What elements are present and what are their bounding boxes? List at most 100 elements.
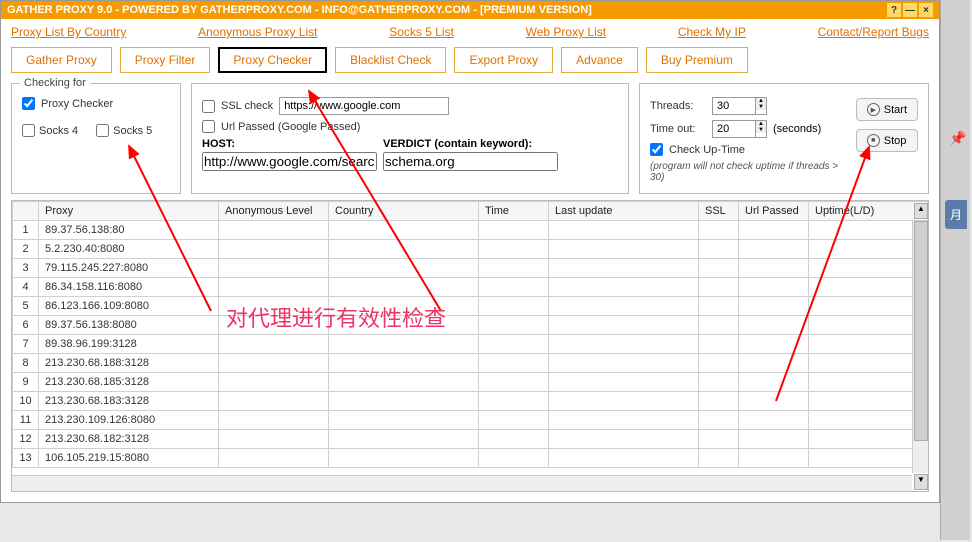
cell-uptime (809, 411, 928, 430)
scroll-up-icon[interactable]: ▲ (914, 203, 928, 219)
timeout-down-icon[interactable]: ▼ (756, 127, 766, 133)
table-row[interactable]: 9213.230.68.185:3128 (13, 373, 928, 392)
table-row[interactable]: 12213.230.68.182:3128 (13, 430, 928, 449)
cell-proxy: 213.230.68.182:3128 (39, 430, 219, 449)
table-row[interactable]: 10213.230.68.183:3128 (13, 392, 928, 411)
cell-time (479, 259, 549, 278)
stop-button[interactable]: ■ Stop (856, 129, 918, 152)
col-ssl[interactable]: SSL (699, 202, 739, 221)
table-row[interactable]: 25.2.230.40:8080 (13, 240, 928, 259)
cell-time (479, 449, 549, 468)
table-row[interactable]: 689.37.56.138:8080 (13, 316, 928, 335)
checkbox-proxy-checker[interactable] (22, 97, 35, 110)
horizontal-scrollbar[interactable] (12, 475, 912, 491)
group-run: Threads: ▲▼ Time out: ▲▼ (seconds) (639, 83, 929, 194)
cell-country (329, 354, 479, 373)
table-row[interactable]: 586.123.166.109:8080 (13, 297, 928, 316)
checkbox-socks4[interactable] (22, 124, 35, 137)
close-icon[interactable]: × (919, 3, 933, 17)
cell-urlpassed (739, 373, 809, 392)
col-time[interactable]: Time (479, 202, 549, 221)
cell-urlpassed (739, 335, 809, 354)
tab-filter[interactable]: Proxy Filter (120, 47, 211, 73)
link-check-ip[interactable]: Check My IP (678, 25, 746, 39)
link-anon-proxy[interactable]: Anonymous Proxy List (198, 25, 317, 39)
tab-checker[interactable]: Proxy Checker (218, 47, 327, 73)
table-row[interactable]: 789.38.96.199:3128 (13, 335, 928, 354)
minimize-icon[interactable]: — (903, 3, 917, 17)
row-num: 4 (13, 278, 39, 297)
cell-lastupdate (549, 411, 699, 430)
cell-urlpassed (739, 297, 809, 316)
col-anon[interactable]: Anonymous Level (219, 202, 329, 221)
tab-export[interactable]: Export Proxy (454, 47, 553, 73)
table-row[interactable]: 486.34.158.116:8080 (13, 278, 928, 297)
cell-ssl (699, 240, 739, 259)
tab-blacklist[interactable]: Blacklist Check (335, 47, 446, 73)
threads-down-icon[interactable]: ▼ (756, 104, 766, 110)
input-threads[interactable] (712, 97, 756, 115)
cell-uptime (809, 373, 928, 392)
scroll-down-icon[interactable]: ▼ (914, 474, 928, 490)
play-icon: ▶ (867, 103, 880, 116)
col-num[interactable] (13, 202, 39, 221)
input-verdict[interactable] (383, 152, 558, 171)
table-row[interactable]: 11213.230.109.126:8080 (13, 411, 928, 430)
checkbox-uptime[interactable] (650, 143, 663, 156)
link-socks5[interactable]: Socks 5 List (389, 25, 454, 39)
checkbox-socks5[interactable] (96, 124, 109, 137)
scroll-thumb[interactable] (914, 221, 928, 441)
cell-proxy: 5.2.230.40:8080 (39, 240, 219, 259)
cell-ssl (699, 259, 739, 278)
link-web-proxy[interactable]: Web Proxy List (526, 25, 606, 39)
row-num: 7 (13, 335, 39, 354)
checkbox-ssl-check[interactable] (202, 100, 215, 113)
col-country[interactable]: Country (329, 202, 479, 221)
cell-uptime (809, 449, 928, 468)
help-icon[interactable]: ? (887, 3, 901, 17)
cell-anon (219, 259, 329, 278)
tab-advance[interactable]: Advance (561, 47, 638, 73)
vertical-scrollbar[interactable]: ▲ ▼ (912, 221, 928, 473)
col-lastupdate[interactable]: Last update (549, 202, 699, 221)
tab-premium[interactable]: Buy Premium (646, 47, 748, 73)
cell-urlpassed (739, 259, 809, 278)
sidebar-month-tab[interactable]: 月 (945, 200, 967, 229)
label-socks5: Socks 5 (113, 125, 152, 137)
cell-country (329, 392, 479, 411)
cell-lastupdate (549, 354, 699, 373)
cell-country (329, 259, 479, 278)
table-row[interactable]: 13106.105.219.15:8080 (13, 449, 928, 468)
row-num: 13 (13, 449, 39, 468)
table-row[interactable]: 379.115.245.227:8080 (13, 259, 928, 278)
cell-ssl (699, 354, 739, 373)
table-row[interactable]: 189.37.56.138:80 (13, 221, 928, 240)
col-urlpassed[interactable]: Url Passed (739, 202, 809, 221)
cell-anon (219, 430, 329, 449)
input-host[interactable] (202, 152, 377, 171)
pin-icon[interactable]: 📌 (949, 130, 966, 147)
cell-anon (219, 278, 329, 297)
table-row[interactable]: 8213.230.68.188:3128 (13, 354, 928, 373)
group-checking-for: Checking for Proxy Checker Socks 4 Socks… (11, 83, 181, 194)
row-num: 2 (13, 240, 39, 259)
tab-bar: Gather Proxy Proxy Filter Proxy Checker … (1, 43, 939, 81)
tab-gather[interactable]: Gather Proxy (11, 47, 112, 73)
row-num: 6 (13, 316, 39, 335)
cell-country (329, 373, 479, 392)
checkbox-url-passed[interactable] (202, 120, 215, 133)
cell-proxy: 213.230.68.185:3128 (39, 373, 219, 392)
cell-proxy: 89.37.56.138:80 (39, 221, 219, 240)
cell-ssl (699, 335, 739, 354)
cell-time (479, 392, 549, 411)
cell-urlpassed (739, 278, 809, 297)
link-contact[interactable]: Contact/Report Bugs (818, 25, 929, 39)
input-ssl-url[interactable] (279, 97, 449, 115)
col-uptime[interactable]: Uptime(L/D) (809, 202, 928, 221)
link-proxy-country[interactable]: Proxy List By Country (11, 25, 126, 39)
cell-ssl (699, 221, 739, 240)
col-proxy[interactable]: Proxy (39, 202, 219, 221)
cell-uptime (809, 278, 928, 297)
start-button[interactable]: ▶ Start (856, 98, 918, 121)
input-timeout[interactable] (712, 120, 756, 138)
